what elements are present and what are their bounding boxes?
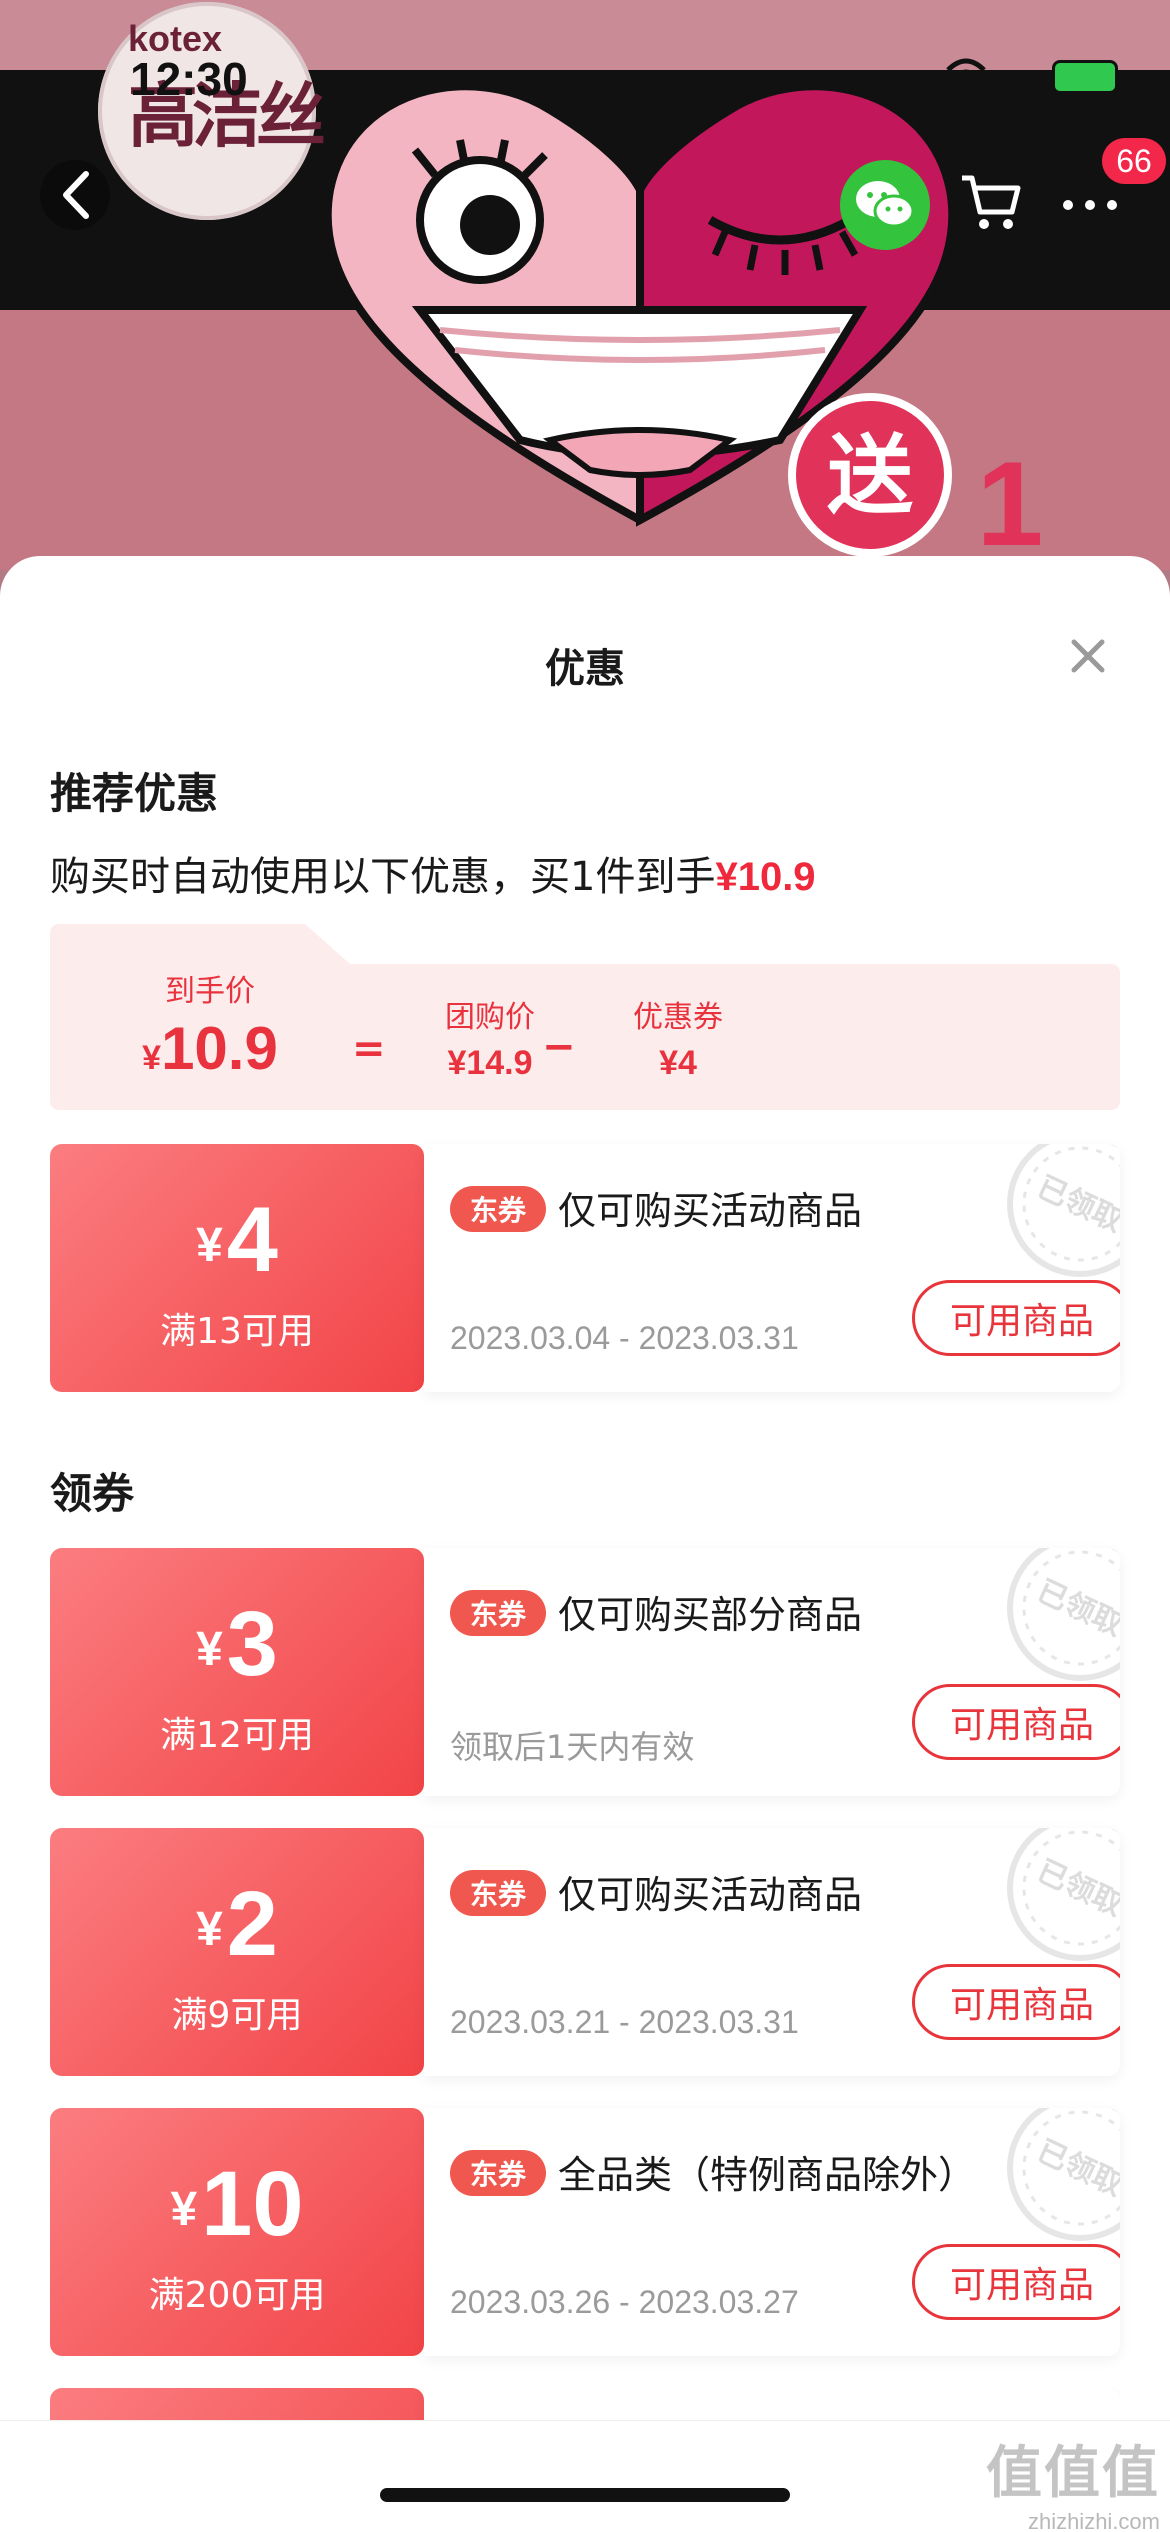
coupon-yen: ¥ <box>196 1903 223 1956</box>
coupon-yen: ¥ <box>170 2183 198 2236</box>
claimed-stamp-text: 已领取 <box>1032 2134 1120 2204</box>
minus-sign: − <box>542 1024 576 1070</box>
coupon-condition: 满12可用 <box>160 1715 314 1756</box>
final-price-yen: ¥ <box>142 1039 162 1077</box>
coupon-detail-panel: 已领取 东券 全品类（特例商品除外） 2023.03.26 - 2023.03.… <box>424 2108 1120 2356</box>
coupon-detail-panel: 已领取 东券 仅可购买部分商品 领取后1天内有效 可用商品 <box>424 1548 1120 1796</box>
coupon-amount: ¥10 <box>50 2152 424 2257</box>
coupon-tag: 东券 <box>450 2150 546 2196</box>
status-time: 12:30 <box>130 53 248 105</box>
coupon-amount: ¥2 <box>50 1872 424 1977</box>
recommended-description: 购买时自动使用以下优惠，买1件到手¥10.9 <box>50 844 816 902</box>
more-icon <box>1063 200 1117 210</box>
coupon-tag: 东券 <box>450 1590 546 1636</box>
status-icons <box>938 56 1125 96</box>
claim-coupon-card: ¥3 满12可用 已领取 东券 仅可购买部分商品 领取后1天内有效 可用商品 <box>50 1548 1120 1796</box>
wechat-share-button[interactable] <box>840 160 930 250</box>
coupon-tag: 东券 <box>450 1186 546 1232</box>
recommended-section-title: 推荐优惠 <box>50 769 219 818</box>
sheet-title: 优惠 <box>545 646 625 692</box>
coupon-condition: 满200可用 <box>148 2275 326 2316</box>
coupon-description: 仅可购买部分商品 <box>558 1593 863 1637</box>
final-price-block: 到手价 ¥10.9 <box>120 966 300 1083</box>
claimed-stamp: 已领取 <box>1007 1828 1120 1961</box>
site-watermark: 值值值 zhizhizhi.com <box>986 2428 1160 2532</box>
coupon-amount-number: 10 <box>201 2153 304 2255</box>
coupon-amount-number: 2 <box>226 1873 278 1975</box>
coupon-discount-block: 优惠券 ¥4 <box>598 992 758 1083</box>
claimed-stamp: 已领取 <box>1007 2108 1120 2241</box>
cart-icon <box>962 175 1021 229</box>
recommended-final-price: ¥10.9 <box>715 855 816 899</box>
coupon-condition: 满9可用 <box>171 1995 303 2036</box>
final-price-label: 到手价 <box>165 974 255 1009</box>
coupon-validity: 领取后1天内有效 <box>450 1728 695 1766</box>
coupon-condition: 满13可用 <box>160 1311 314 1352</box>
wifi-icon <box>946 58 986 92</box>
claimed-stamp-text: 已领取 <box>1032 1170 1120 1240</box>
home-indicator[interactable] <box>380 2488 790 2502</box>
coupon-amount-number: 4 <box>226 1189 278 1291</box>
coupon-amount: ¥3 <box>50 1592 424 1697</box>
coupon-date-range: 2023.03.26 - 2023.03.27 <box>450 2284 799 2320</box>
available-products-button[interactable]: 可用商品 <box>912 1684 1120 1760</box>
back-icon <box>63 171 89 219</box>
claim-section-title: 领券 <box>50 1469 135 1518</box>
claimed-stamp-text: 已领取 <box>1032 1574 1120 1644</box>
coupon-value-panel: ¥2 满9可用 <box>50 1828 424 2076</box>
coupon-detail-panel: 已领取 东券 仅可购买活动商品 2023.03.21 - 2023.03.31 … <box>424 1828 1120 2076</box>
cart-button[interactable] <box>950 162 1030 242</box>
coupon-discount-label: 优惠券 <box>633 1000 723 1035</box>
close-icon <box>1071 639 1105 673</box>
claim-coupon-card: ¥2 满9可用 已领取 东券 仅可购买活动商品 2023.03.21 - 202… <box>50 1828 1120 2076</box>
coupon-tag: 东券 <box>450 1870 546 1916</box>
watermark-url: zhizhizhi.com <box>1027 2509 1160 2532</box>
coupon-amount-number: 3 <box>226 1593 278 1695</box>
claim-coupon-card: ¥10 满200可用 已领取 东券 全品类（特例商品除外） 2023.03.26… <box>50 2108 1120 2356</box>
coupon-amount: ¥4 <box>50 1188 424 1293</box>
watermark-cn: 值值值 <box>986 2441 1160 2506</box>
coupon-value-panel: ¥4 满13可用 <box>50 1144 424 1392</box>
coupon-date-range: 2023.03.21 - 2023.03.31 <box>450 2004 799 2040</box>
available-products-button[interactable]: 可用商品 <box>912 1280 1120 1356</box>
recommended-coupon-card: ¥4 满13可用 已领取 东券 仅可购买活动商品 2023.03.04 - 20… <box>50 1144 1120 1392</box>
final-price-number: 10.9 <box>161 1015 278 1082</box>
discount-sheet: 优惠 推荐优惠 购买时自动使用以下优惠，买1件到手¥10.9 到手价 ¥10.9… <box>0 556 1170 2532</box>
recommended-desc-text: 购买时自动使用以下优惠，买1件到手 <box>50 854 716 900</box>
coupon-description: 仅可购买活动商品 <box>558 1873 863 1917</box>
coupon-description: 仅可购买活动商品 <box>558 1189 863 1233</box>
coupon-yen: ¥ <box>196 1623 223 1676</box>
available-products-button[interactable]: 可用商品 <box>912 2244 1120 2320</box>
final-price-value: ¥10.9 <box>120 1014 300 1083</box>
cart-count-badge: 66 <box>1102 138 1166 184</box>
back-button[interactable] <box>40 160 110 230</box>
svg-text:1: 1 <box>977 437 1044 560</box>
battery-icon <box>1052 60 1125 94</box>
coupon-detail-panel: 已领取 东券 仅可购买活动商品 2023.03.04 - 2023.03.31 … <box>424 1144 1120 1392</box>
price-breakdown-card: 到手价 ¥10.9 = 团购价 ¥14.9 − 优惠券 ¥4 <box>50 924 1120 1110</box>
claimed-stamp-text: 已领取 <box>1032 1854 1120 1924</box>
coupon-description: 全品类（特例商品除外） <box>558 2153 977 2197</box>
coupon-yen: ¥ <box>196 1219 223 1272</box>
coupon-date-range: 2023.03.04 - 2023.03.31 <box>450 1320 799 1356</box>
svg-text:送: 送 <box>827 426 913 526</box>
coupon-discount-value: ¥4 <box>659 1044 697 1082</box>
product-image: 送 1 kotex 高洁丝 12:30 <box>0 0 1170 620</box>
equals-sign: = <box>352 1026 386 1072</box>
close-button[interactable] <box>1062 630 1114 682</box>
claimed-stamp: 已领取 <box>1007 1548 1120 1681</box>
available-products-button[interactable]: 可用商品 <box>912 1964 1120 2040</box>
heart-illustration: 送 1 <box>323 82 1044 560</box>
wechat-icon <box>856 181 915 228</box>
coupon-value-panel: ¥3 满12可用 <box>50 1548 424 1796</box>
claimed-stamp: 已领取 <box>1007 1144 1120 1277</box>
coupon-value-panel: ¥10 满200可用 <box>50 2108 424 2356</box>
